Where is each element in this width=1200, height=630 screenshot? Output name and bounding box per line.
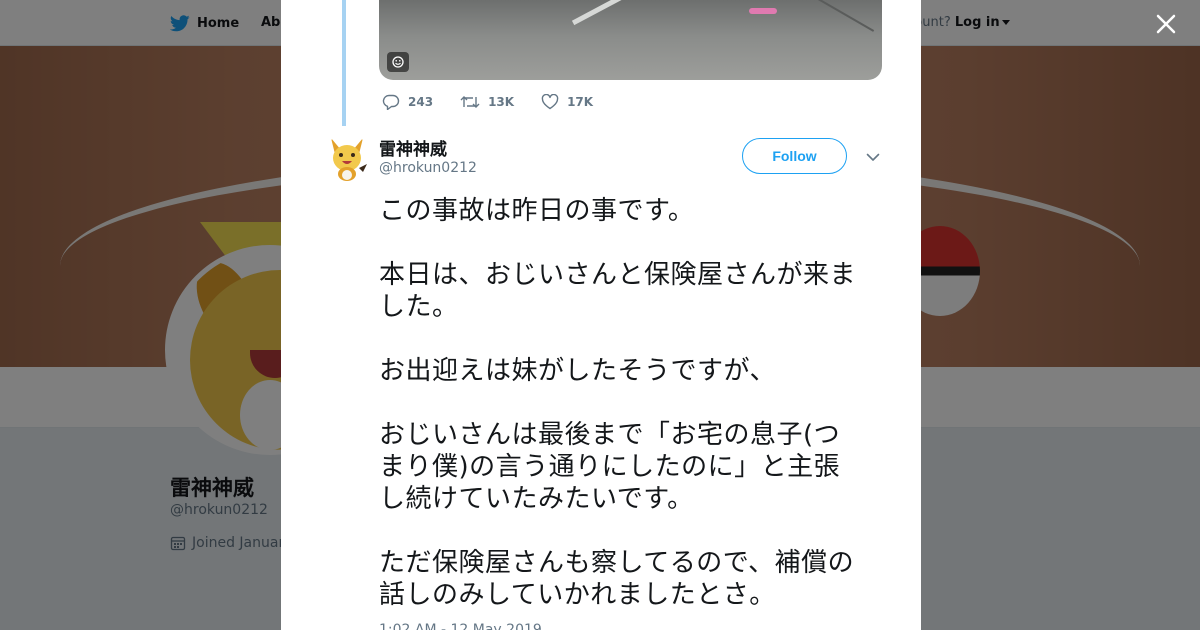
media-tag-badge[interactable]: [387, 52, 409, 72]
retweet-count: 13K: [488, 95, 515, 109]
follow-button[interactable]: Follow: [742, 138, 847, 174]
close-modal-button[interactable]: [1152, 10, 1180, 38]
tweet-more-menu[interactable]: [865, 149, 881, 165]
tweet-line: この事故は昨日の事です。: [379, 196, 695, 226]
heart-icon: [541, 94, 559, 110]
tweet-action-bar: 243 13K 17K: [382, 92, 620, 112]
tweet-line: した。: [379, 292, 459, 322]
thread-connector-line: [342, 0, 346, 126]
tweet-line: 本日は、おじいさんと保険屋さんが来ま: [379, 260, 857, 290]
close-icon: [1156, 14, 1176, 34]
tweet-line: ただ保険屋さんも察してるので、補償の: [379, 548, 855, 578]
tweet-author-handle[interactable]: @hrokun0212: [379, 160, 477, 176]
reply-icon: [382, 94, 400, 110]
tweet-photo[interactable]: [379, 0, 882, 80]
tweet-author-avatar[interactable]: [323, 134, 371, 182]
smiley-face-icon: [392, 56, 404, 68]
tweet-author-name[interactable]: 雷神神威: [379, 135, 447, 160]
tweet-line: [379, 227, 889, 259]
tweet-line: 話しのみしていかれましたとさ。: [379, 580, 776, 610]
tweet-modal: 243 13K 17K 雷神神威 @hrokun0212 Follow この事故…: [281, 0, 921, 630]
tweet-line: おじいさんは最後まで「お宅の息子(つ: [379, 420, 841, 450]
tweet-timestamp[interactable]: 1:02 AM - 12 May 2019: [379, 622, 542, 630]
tweet-line: し続けていたみたいです。: [379, 484, 694, 514]
like-count: 17K: [567, 95, 594, 109]
tweet-text: この事故は昨日の事です。 本日は、おじいさんと保険屋さんが来ま した。 お出迎え…: [379, 195, 889, 611]
like-button[interactable]: 17K: [541, 94, 593, 110]
chevron-down-icon: [866, 153, 880, 161]
retweet-button[interactable]: 13K: [460, 94, 514, 110]
tweet-line: お出迎えは妹がしたそうですが、: [379, 356, 776, 386]
retweet-icon: [460, 96, 480, 108]
tweet-line: [379, 323, 889, 355]
reply-button[interactable]: 243: [382, 94, 433, 110]
tweet-line: まり僕)の言う通りにしたのに」と主張: [379, 452, 841, 482]
tweet-line: [379, 515, 889, 547]
reply-count: 243: [408, 95, 434, 109]
tweet-line: [379, 387, 889, 419]
raichu-avatar-icon: [323, 134, 371, 182]
